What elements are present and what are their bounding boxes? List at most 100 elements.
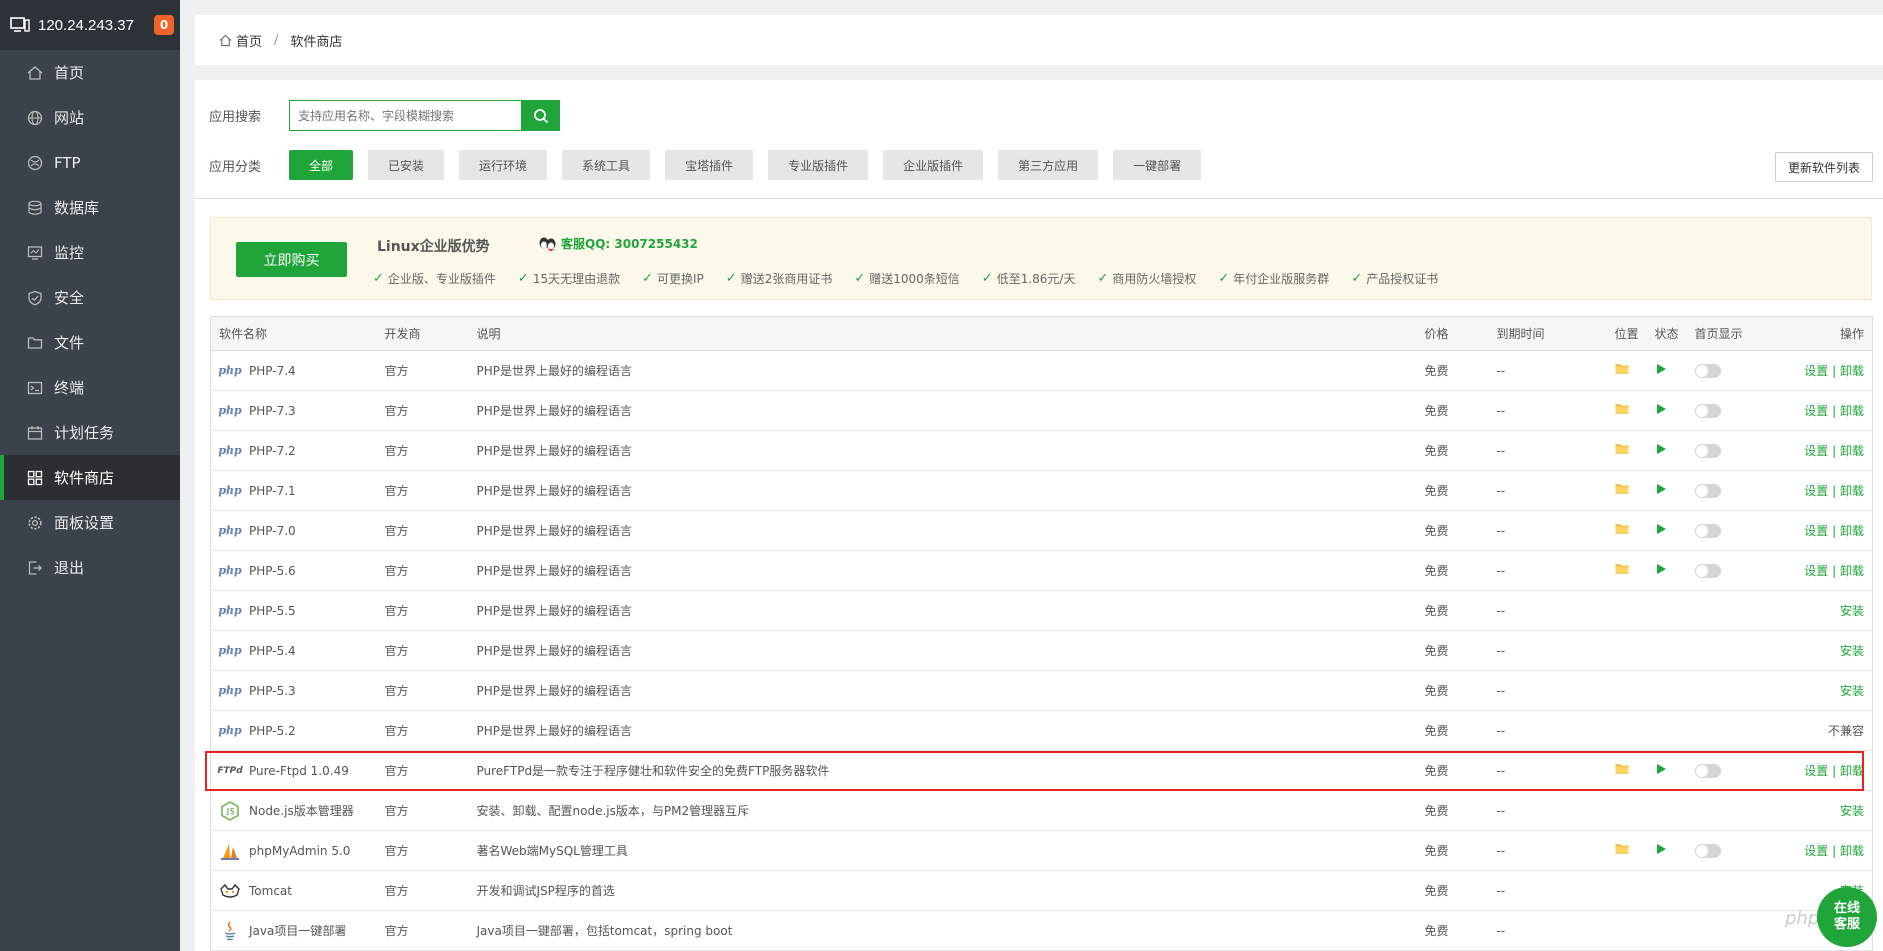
sidebar-item-5[interactable]: 安全 bbox=[0, 275, 180, 320]
sidebar-item-4[interactable]: 监控 bbox=[0, 230, 180, 275]
home-display-toggle[interactable] bbox=[1694, 523, 1721, 538]
play-icon[interactable] bbox=[1655, 763, 1667, 775]
play-icon[interactable] bbox=[1655, 563, 1667, 575]
install-link[interactable]: 安装 bbox=[1840, 644, 1864, 658]
sidebar-item-9[interactable]: 软件商店 bbox=[0, 455, 180, 500]
software-name: PHP-5.5 bbox=[249, 603, 296, 618]
settings-link[interactable]: 设置 bbox=[1804, 844, 1828, 858]
uninstall-link[interactable]: 卸载 bbox=[1840, 484, 1864, 498]
folder-icon[interactable] bbox=[1615, 443, 1629, 455]
refresh-software-list-button[interactable]: 更新软件列表 bbox=[1774, 152, 1873, 182]
sidebar-item-3[interactable]: 数据库 bbox=[0, 185, 180, 230]
buy-now-button[interactable]: 立即购买 bbox=[236, 242, 347, 277]
uninstall-link[interactable]: 卸载 bbox=[1840, 444, 1864, 458]
cell-home-display bbox=[1686, 670, 1763, 711]
sidebar-item-label: 面板设置 bbox=[54, 514, 115, 532]
settings-link[interactable]: 设置 bbox=[1804, 564, 1828, 578]
category-tab-7[interactable]: 第三方应用 bbox=[998, 150, 1099, 180]
cell-price: 免费 bbox=[1416, 670, 1489, 711]
cell-home-display bbox=[1686, 550, 1763, 591]
sidebar-item-label: 退出 bbox=[54, 559, 85, 577]
settings-link[interactable]: 设置 bbox=[1804, 404, 1828, 418]
category-tab-0[interactable]: 全部 bbox=[289, 150, 354, 180]
category-tab-2[interactable]: 运行环境 bbox=[459, 150, 548, 180]
cell-desc: PHP是世界上最好的编程语言 bbox=[468, 630, 1417, 671]
folder-icon[interactable] bbox=[1615, 523, 1629, 535]
uninstall-link[interactable]: 卸载 bbox=[1840, 524, 1864, 538]
uninstall-link[interactable]: 卸载 bbox=[1840, 564, 1864, 578]
play-icon[interactable] bbox=[1655, 403, 1667, 415]
sidebar-item-7[interactable]: 终端 bbox=[0, 365, 180, 410]
online-service-button[interactable]: 在线 客服 bbox=[1817, 887, 1877, 947]
cell-expire: -- bbox=[1488, 670, 1607, 711]
folder-icon[interactable] bbox=[1615, 483, 1629, 495]
category-tab-3[interactable]: 系统工具 bbox=[562, 150, 651, 180]
category-tab-6[interactable]: 企业版插件 bbox=[883, 150, 984, 180]
settings-link[interactable]: 设置 bbox=[1804, 484, 1828, 498]
sidebar-item-2[interactable]: FTP bbox=[0, 140, 180, 185]
check-icon: ✓ bbox=[854, 271, 866, 286]
install-link[interactable]: 安装 bbox=[1840, 684, 1864, 698]
settings-link[interactable]: 设置 bbox=[1804, 364, 1828, 378]
sidebar-item-label: 终端 bbox=[54, 379, 85, 397]
cell-home-display bbox=[1686, 630, 1763, 671]
folder-icon[interactable] bbox=[1615, 763, 1629, 775]
cell-desc: 开发和调试JSP程序的首选 bbox=[468, 870, 1417, 911]
home-display-toggle[interactable] bbox=[1694, 763, 1721, 778]
settings-link[interactable]: 设置 bbox=[1804, 444, 1828, 458]
tomcat-icon bbox=[220, 883, 240, 898]
category-tab-5[interactable]: 专业版插件 bbox=[768, 150, 869, 180]
install-link[interactable]: 安装 bbox=[1840, 604, 1864, 618]
home-display-toggle[interactable] bbox=[1694, 363, 1721, 378]
sidebar-item-0[interactable]: 首页 bbox=[0, 50, 180, 95]
notification-badge[interactable]: 0 bbox=[154, 15, 174, 35]
breadcrumb-home[interactable]: 首页 bbox=[236, 31, 262, 50]
folder-icon[interactable] bbox=[1615, 403, 1629, 415]
table-row: Java项目一键部署 官方 Java项目一键部署，包括tomcat，spring b… bbox=[210, 910, 1873, 951]
home-display-toggle[interactable] bbox=[1694, 403, 1721, 418]
search-input[interactable] bbox=[289, 100, 522, 131]
play-icon[interactable] bbox=[1655, 523, 1667, 535]
category-tab-4[interactable]: 宝塔插件 bbox=[665, 150, 754, 180]
cell-status bbox=[1646, 790, 1687, 831]
uninstall-link[interactable]: 卸载 bbox=[1840, 404, 1864, 418]
install-link[interactable]: 安装 bbox=[1840, 804, 1864, 818]
category-label: 应用分类 bbox=[209, 159, 262, 175]
folder-icon[interactable] bbox=[1615, 363, 1629, 375]
uninstall-link[interactable]: 卸载 bbox=[1840, 364, 1864, 378]
sidebar-item-10[interactable]: 面板设置 bbox=[0, 500, 180, 545]
cell-home-display bbox=[1686, 750, 1763, 791]
uninstall-link[interactable]: 卸载 bbox=[1840, 844, 1864, 858]
sidebar-item-6[interactable]: 文件 bbox=[0, 320, 180, 365]
cell-expire: -- bbox=[1488, 390, 1607, 431]
home-display-toggle[interactable] bbox=[1694, 483, 1721, 498]
search-button[interactable] bbox=[522, 100, 560, 131]
main-panel: 应用搜索 应用分类 全部已安装运行环境系统工具宝塔插件专业版插件企业版插件第三方… bbox=[195, 80, 1883, 951]
cell-expire: -- bbox=[1488, 510, 1607, 551]
play-icon[interactable] bbox=[1655, 843, 1667, 855]
cell-status bbox=[1646, 470, 1687, 511]
cell-home-display bbox=[1686, 790, 1763, 831]
home-display-toggle[interactable] bbox=[1694, 563, 1721, 578]
play-icon[interactable] bbox=[1655, 483, 1667, 495]
ad-qq[interactable]: 客服QQ: 3007255432 bbox=[537, 235, 698, 252]
category-tab-8[interactable]: 一键部署 bbox=[1113, 150, 1202, 180]
sidebar-item-label: 软件商店 bbox=[54, 469, 115, 487]
folder-icon[interactable] bbox=[1615, 563, 1629, 575]
settings-link[interactable]: 设置 bbox=[1804, 524, 1828, 538]
home-display-toggle[interactable] bbox=[1694, 843, 1721, 858]
category-tab-1[interactable]: 已安装 bbox=[368, 150, 445, 180]
settings-link[interactable]: 设置 bbox=[1804, 764, 1828, 778]
home-display-toggle[interactable] bbox=[1694, 443, 1721, 458]
folder-icon[interactable] bbox=[1615, 843, 1629, 855]
sidebar-item-8[interactable]: 计划任务 bbox=[0, 410, 180, 455]
sidebar-item-1[interactable]: 网站 bbox=[0, 95, 180, 140]
play-icon[interactable] bbox=[1655, 363, 1667, 375]
play-icon[interactable] bbox=[1655, 443, 1667, 455]
software-name: PHP-5.6 bbox=[249, 563, 296, 578]
sidebar-item-11[interactable]: 退出 bbox=[0, 545, 180, 590]
software-name: PHP-7.0 bbox=[249, 523, 296, 538]
php-icon: php bbox=[218, 364, 242, 377]
uninstall-link[interactable]: 卸载 bbox=[1840, 764, 1864, 778]
ad-feature: ✓ 15天无理由退款 bbox=[518, 270, 620, 287]
